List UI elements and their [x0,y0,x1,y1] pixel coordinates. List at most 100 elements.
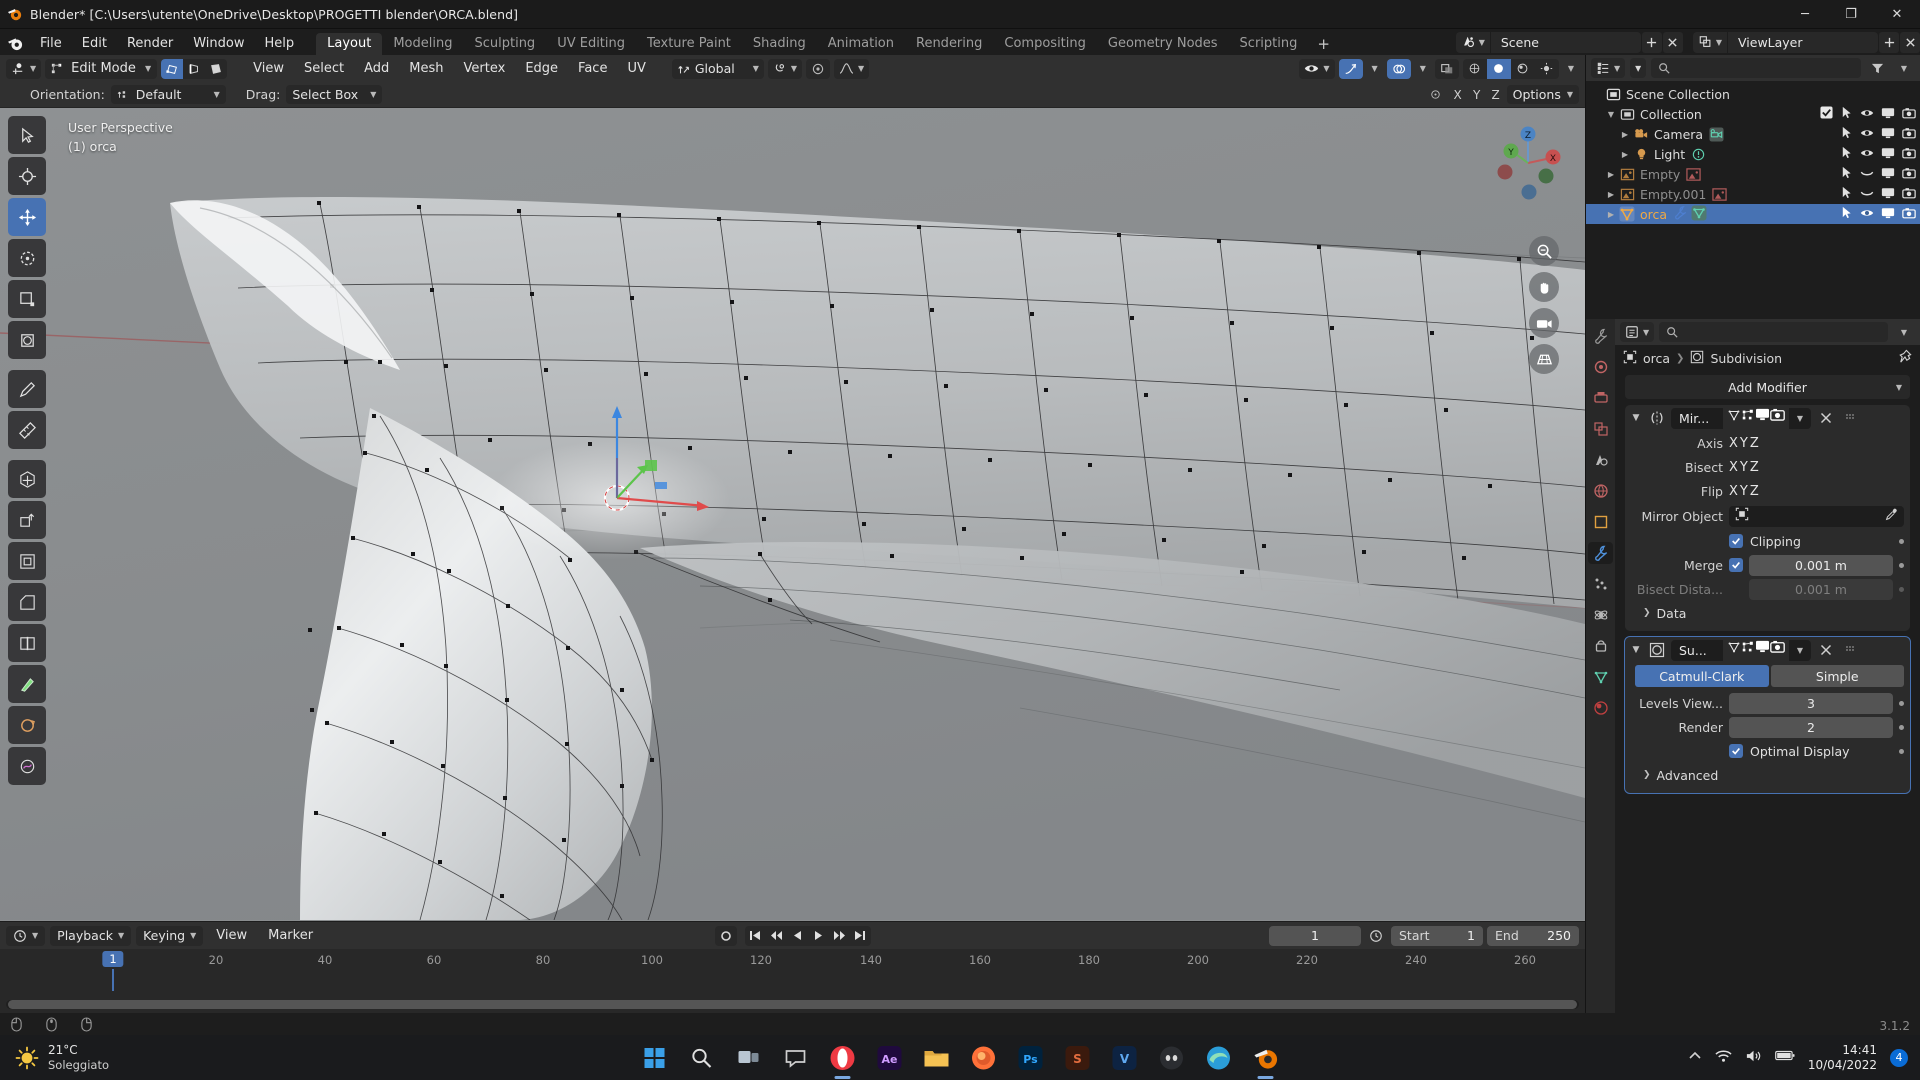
volume-icon[interactable] [1745,1049,1762,1067]
tab-output[interactable] [1588,387,1613,409]
lock-axis-x[interactable]: X [1450,85,1466,104]
tab-material[interactable] [1588,697,1613,719]
proportional-edit-toggle[interactable] [806,58,831,79]
extrude-tool[interactable] [8,501,46,539]
merge-checkbox[interactable] [1729,558,1743,572]
empty001-disable-render-icon[interactable] [1902,187,1916,202]
outliner-filter-icon[interactable] [1866,58,1888,78]
outliner-display-mode[interactable]: ▾ [1630,58,1647,78]
tab-geometry-nodes[interactable]: Geometry Nodes [1097,33,1229,55]
start-frame-field[interactable]: Start 1 [1391,925,1483,946]
camera-disable-render-icon[interactable] [1902,127,1916,142]
merge-animate-dot[interactable] [1899,562,1904,568]
clipping-animate-dot[interactable] [1899,538,1904,544]
blender-logo-icon[interactable] [0,35,30,55]
subdivision-modifier-name[interactable]: Su... [1671,639,1723,661]
maximize-button[interactable]: ❐ [1828,0,1874,29]
mirror-data-subpanel[interactable]: ❯ Data [1625,601,1910,625]
tab-constraints[interactable] [1588,635,1613,657]
tab-rendering[interactable]: Rendering [905,33,993,55]
mirror-drag-handle[interactable] [1841,412,1859,424]
end-frame-field[interactable]: End 250 [1487,925,1579,946]
mirror-expand-icon[interactable]: ▼ [1629,413,1643,423]
bisect-distance-animate-dot[interactable] [1899,586,1904,592]
viewport-menu-view[interactable]: View [245,59,292,79]
tab-tool[interactable] [1588,325,1613,347]
empty-selectable-cursor-icon[interactable] [1840,166,1853,182]
orca-selectable-cursor-icon[interactable] [1840,206,1853,222]
pin-icon[interactable] [1897,349,1912,367]
mirror-flip-x[interactable]: X [1729,484,1738,499]
substance-app[interactable]: S [1061,1041,1095,1075]
spin-tool[interactable] [8,706,46,744]
light-disclosure-icon[interactable]: ▶ [1618,150,1632,159]
render-levels-animate-dot[interactable] [1899,724,1904,730]
photoshop-app[interactable]: Ps [1014,1041,1048,1075]
eyedropper-icon[interactable] [1885,508,1898,525]
timeline-editor-type[interactable]: ▼ [6,925,46,946]
new-viewlayer-button[interactable] [1879,31,1899,53]
options-dropdown[interactable]: Options ▼ [1506,85,1579,104]
wifi-icon[interactable] [1715,1049,1732,1067]
outliner-row-collection[interactable]: ▼ Collection [1586,104,1920,124]
chat-button[interactable] [779,1041,813,1075]
solid-shading-icon[interactable] [1486,58,1511,79]
subdivision-delete-button[interactable] [1815,640,1837,661]
battery-icon[interactable] [1774,1049,1795,1066]
tab-animation[interactable]: Animation [817,33,905,55]
optimal-display-animate-dot[interactable] [1899,748,1904,754]
mesh-data-icon[interactable] [1691,205,1707,224]
empty-disable-render-icon[interactable] [1902,167,1916,182]
navigation-gizmo[interactable]: Z X Y [1483,118,1573,208]
inset-faces-tool[interactable] [8,542,46,580]
mirror-extras-chevron-icon[interactable]: ▼ [1789,407,1811,429]
outliner-row-scene-collection[interactable]: Scene Collection [1586,84,1920,104]
menu-file[interactable]: File [30,33,72,55]
opera-app[interactable] [826,1041,860,1079]
tab-shading[interactable]: Shading [742,33,817,55]
auto-keyframe-icon[interactable] [714,925,737,946]
rotate-tool[interactable] [8,239,46,277]
merge-threshold-field[interactable]: 0.001 m [1749,554,1893,576]
overlays-chevron-button[interactable]: ▼ [1415,59,1431,79]
mirror-modifier-name[interactable]: Mir... [1671,407,1723,429]
subdivision-render-toggle[interactable] [1770,640,1785,661]
3d-viewport[interactable]: User Perspective (1) orca Z X Y [0,108,1585,921]
wireframe-shading-icon[interactable] [1463,59,1487,79]
delete-scene-button[interactable] [1662,31,1683,53]
breadcrumb-modifier-label[interactable]: Subdivision [1710,351,1782,366]
light-disable-viewport-icon[interactable] [1881,147,1895,162]
clock[interactable]: 14:41 10/04/2022 [1808,1043,1877,1073]
scene-name-field[interactable]: Scene [1490,31,1641,53]
playback-menu[interactable]: Playback ▼ [50,925,132,946]
task-view-button[interactable] [732,1041,766,1075]
viewport-menu-mesh[interactable]: Mesh [401,59,451,79]
edge-select-icon[interactable] [183,59,205,79]
empty-disclosure-icon[interactable]: ▶ [1604,170,1618,179]
render-levels-field[interactable]: 2 [1729,716,1893,738]
empty-image-data-icon[interactable] [1686,167,1701,182]
mirror-render-toggle[interactable] [1770,408,1785,429]
close-button[interactable]: ✕ [1874,0,1920,29]
interaction-mode-selector[interactable]: Edit Mode ▼ [45,58,158,79]
next-keyframe-button[interactable] [829,926,850,946]
bisect-distance-field[interactable]: 0.001 m [1749,578,1893,600]
cursor-tool[interactable] [8,157,46,195]
shading-chevron-button[interactable]: ▼ [1563,59,1579,79]
optimal-display-checkbox[interactable] [1729,744,1743,758]
current-frame-field[interactable]: 1 [1269,925,1361,946]
lock-axis-y[interactable]: Y [1469,85,1485,104]
catmull-clark-button[interactable]: Catmull-Clark [1635,665,1769,687]
mirror-on-cage-toggle[interactable] [1727,408,1741,429]
modifier-wrench-icon[interactable] [1673,205,1688,223]
collection-disable-viewport-icon[interactable] [1881,107,1895,122]
tab-scene[interactable] [1588,449,1613,471]
mirror-bisect-y[interactable]: Y [1740,460,1748,475]
outliner-row-empty[interactable]: ▶ Empty [1586,164,1920,184]
annotate-tool[interactable] [8,370,46,408]
add-cube-tool[interactable] [8,460,46,498]
outliner-row-camera[interactable]: ▶ Camera [1586,124,1920,144]
subdivision-extras-chevron-icon[interactable]: ▼ [1789,639,1811,661]
proportional-falloff-selector[interactable]: ▼ [834,58,870,79]
xray-toggle[interactable] [1434,58,1459,79]
